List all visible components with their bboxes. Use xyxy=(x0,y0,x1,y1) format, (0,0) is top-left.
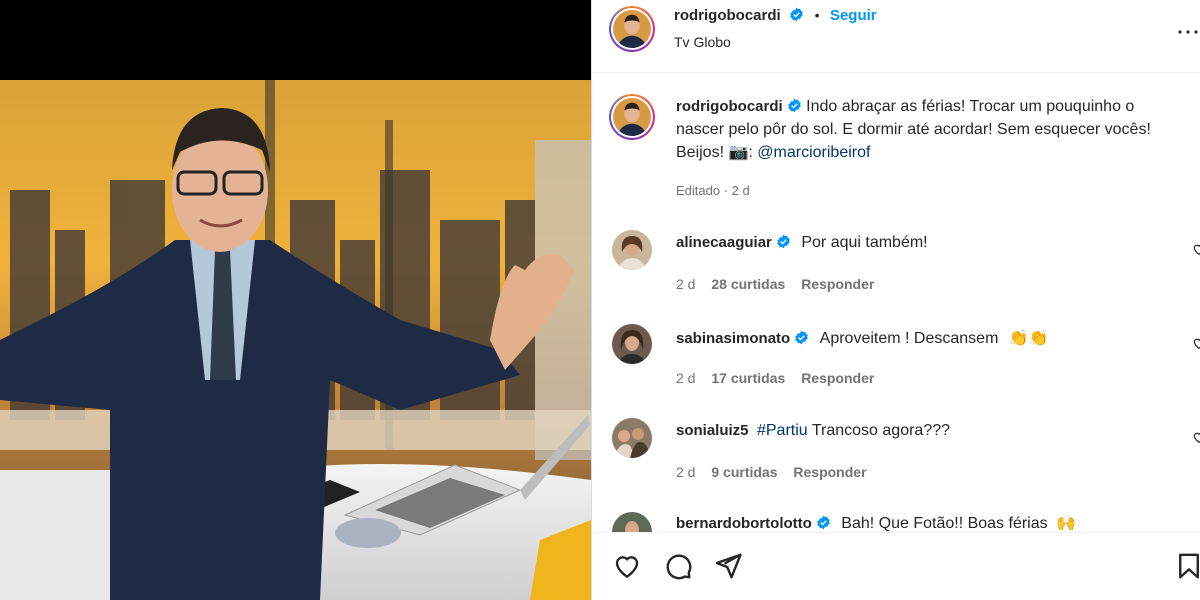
post-photo-pane xyxy=(0,0,591,600)
comment-item: sonialuiz5 #Partiu Trancoso agora??? 2 d… xyxy=(592,416,1200,496)
comment-heart-icon[interactable] xyxy=(1192,336,1200,350)
clapping-hands-emoji: 👏👏 xyxy=(1008,330,1049,347)
comment-age[interactable]: 2 d xyxy=(676,464,695,480)
reply-button[interactable]: Responder xyxy=(801,276,874,292)
post-caption: rodrigobocardi Indo abraçar as férias! T… xyxy=(676,95,1186,164)
comment-likes[interactable]: 9 curtidas xyxy=(711,464,777,480)
commenter-avatar[interactable] xyxy=(612,230,652,270)
verified-badge-icon xyxy=(787,98,801,113)
commenter-avatar[interactable] xyxy=(612,418,652,458)
commenter-username[interactable]: alinecaaguiar xyxy=(676,234,772,251)
commenter-username[interactable]: sabinasimonato xyxy=(676,330,790,347)
hashtag-link[interactable]: #Partiu xyxy=(757,422,808,439)
caption-avatar[interactable] xyxy=(609,94,655,140)
verified-badge-icon xyxy=(817,515,830,530)
comment-likes[interactable]: 28 curtidas xyxy=(711,276,785,292)
comment-heart-icon[interactable] xyxy=(1192,430,1200,444)
comment-text: Por aqui também! xyxy=(801,234,928,251)
post-location[interactable]: Tv Globo xyxy=(674,34,731,50)
author-username[interactable]: rodrigobocardi xyxy=(674,7,781,24)
share-icon[interactable] xyxy=(713,551,743,581)
comment-likes[interactable]: 17 curtidas xyxy=(711,370,785,386)
post-action-bar xyxy=(592,532,1200,600)
post-photo[interactable] xyxy=(0,80,591,600)
post-sidebar: rodrigobocardi • Seguir Tv Globo rodrigo… xyxy=(592,0,1200,600)
comment-text: Bah! Que Fotão!! Boas férias xyxy=(841,515,1048,532)
post-header: rodrigobocardi • Seguir Tv Globo xyxy=(592,0,1200,73)
raised-hands-emoji: 🙌 xyxy=(1056,515,1076,532)
verified-badge-icon xyxy=(795,330,808,345)
verified-badge-icon xyxy=(777,234,790,249)
caption-username[interactable]: rodrigobocardi xyxy=(676,98,783,115)
bookmark-icon[interactable] xyxy=(1174,551,1200,581)
heart-icon[interactable] xyxy=(612,551,642,581)
commenter-username[interactable]: sonialuiz5 xyxy=(676,422,749,439)
caption-mention-link[interactable]: @marcioribeirof xyxy=(757,144,870,161)
follow-button[interactable]: Seguir xyxy=(830,7,877,24)
more-options-icon[interactable] xyxy=(1176,20,1200,50)
dot-separator: • xyxy=(814,7,820,23)
edited-timestamp[interactable]: Editado · 2 d xyxy=(676,183,750,198)
reply-button[interactable]: Responder xyxy=(793,464,866,480)
comment-icon[interactable] xyxy=(663,551,693,581)
author-avatar[interactable] xyxy=(609,6,655,52)
comment-text: Aproveitem ! Descansem xyxy=(819,330,999,347)
commenter-avatar[interactable] xyxy=(612,324,652,364)
comment-item: sabinasimonato Aproveitem ! Descansem 👏👏… xyxy=(592,322,1200,402)
verified-badge-icon xyxy=(790,7,803,22)
comment-text: Trancoso agora??? xyxy=(811,422,951,439)
comment-age[interactable]: 2 d xyxy=(676,370,695,386)
commenter-username[interactable]: bernardobortolotto xyxy=(676,515,812,532)
comment-item: alinecaaguiar Por aqui também! 2 d 28 cu… xyxy=(592,228,1200,308)
comment-heart-icon[interactable] xyxy=(1192,242,1200,256)
reply-button[interactable]: Responder xyxy=(801,370,874,386)
comment-age[interactable]: 2 d xyxy=(676,276,695,292)
